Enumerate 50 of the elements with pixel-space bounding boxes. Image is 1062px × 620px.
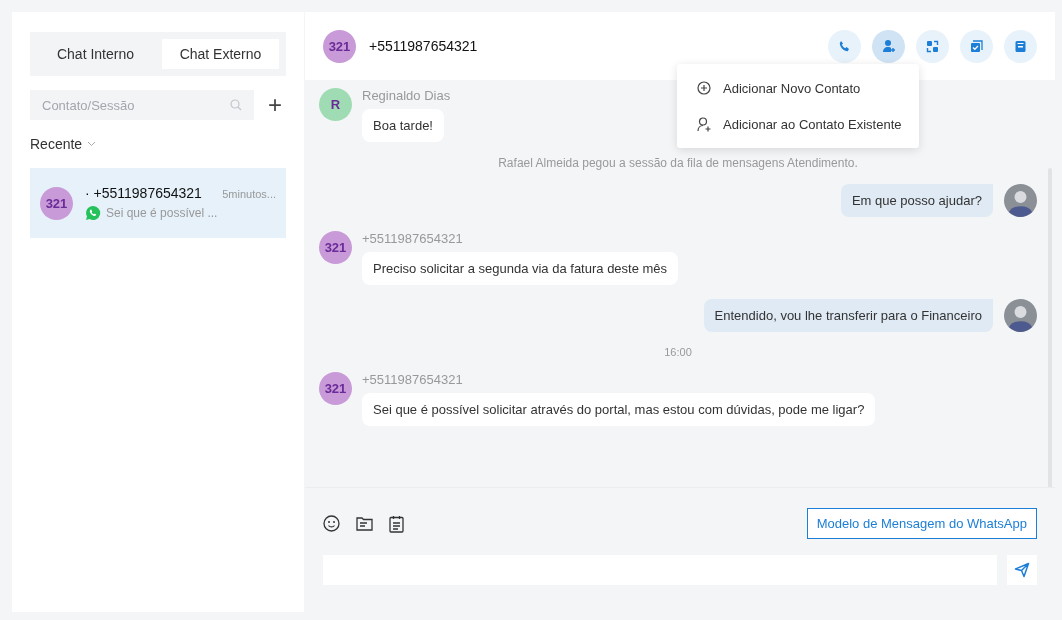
session-name: · +5511987654321	[85, 185, 202, 201]
recent-filter[interactable]: Recente	[30, 136, 97, 152]
action-button[interactable]	[1004, 29, 1037, 63]
message-bubble: Boa tarde!	[362, 109, 444, 142]
action-button[interactable]	[872, 29, 905, 63]
archive-icon	[1014, 39, 1027, 53]
avatar: 321	[319, 231, 352, 264]
person-plus-icon	[697, 116, 711, 132]
emoji-icon[interactable]	[323, 515, 340, 532]
contact-name: +5511987654321	[369, 38, 479, 54]
menu-item[interactable]: Adicionar Novo Contato	[677, 70, 919, 106]
person-plus-icon	[881, 39, 896, 53]
message-bubble: Entendido, vou lhe transferir para o Financeiro	[703, 299, 993, 332]
avatar: R	[319, 88, 352, 121]
avatar: 321	[323, 29, 356, 63]
message-bubble: Em que posso ajudar?	[840, 184, 993, 217]
whatsapp-icon	[85, 205, 101, 221]
stacked-squares-icon	[970, 39, 983, 53]
plus-circle-icon	[697, 81, 711, 95]
message-bubble: Preciso solicitar a segunda via da fatura deste mês	[362, 252, 679, 285]
sender-name: +5511987654321	[362, 372, 463, 387]
session-item[interactable]: 321 · +5511987654321 5minutos... Sei que é possível ...	[30, 168, 286, 238]
system-message: Rafael Almeida pegou a sessão da fila de mensagens Atendimento.	[498, 156, 858, 170]
clipboard-icon[interactable]	[389, 514, 404, 533]
message-preview: Sei que é possível ...	[106, 206, 218, 220]
search-icon	[230, 99, 242, 111]
chevron-down-icon	[87, 141, 97, 147]
avatar: 321	[40, 186, 73, 220]
chat-tab[interactable]: Chat Interno	[37, 39, 154, 69]
folder-icon[interactable]	[356, 516, 373, 531]
action-button[interactable]	[960, 29, 993, 63]
action-button[interactable]	[916, 29, 949, 63]
phone-icon	[838, 39, 851, 53]
agent-avatar-icon	[1004, 299, 1037, 332]
send-icon	[1014, 562, 1030, 578]
search-field[interactable]: Contato/Sessão	[30, 90, 254, 120]
send-button[interactable]	[1007, 555, 1037, 585]
menu-item[interactable]: Adicionar ao Contato Existente	[677, 106, 919, 142]
avatar: 321	[319, 372, 352, 405]
squares-icon	[926, 39, 939, 53]
message-bubble: Sei que é possível solicitar através do portal, mas estou com dúvidas, pode me ligar?	[362, 393, 876, 426]
action-button[interactable]	[828, 29, 861, 63]
timestamp: 16:00	[664, 346, 692, 358]
chat-tab[interactable]: Chat Externo	[162, 39, 279, 69]
session-time: 5minutos...	[222, 188, 276, 200]
sender-name: +5511987654321	[362, 231, 463, 246]
template-button[interactable]: Modelo de Mensagem do WhatsApp	[806, 508, 1037, 539]
sender-name: Reginaldo Dias	[362, 88, 451, 103]
add-button[interactable]: +	[264, 93, 286, 117]
agent-avatar-icon	[1004, 184, 1037, 217]
